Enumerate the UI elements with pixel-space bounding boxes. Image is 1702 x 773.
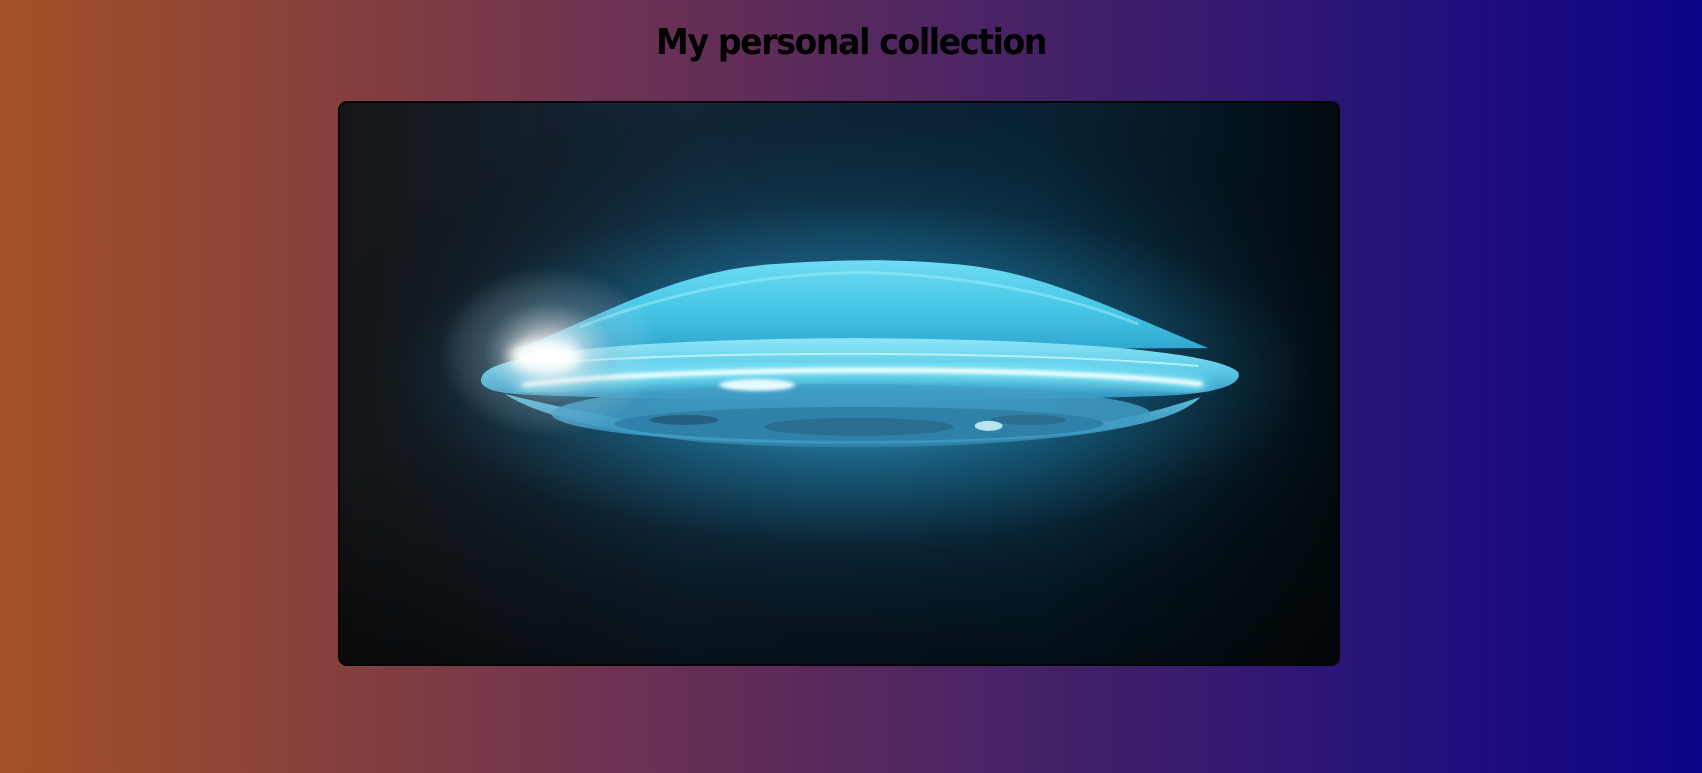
- ufo-image: [340, 103, 1338, 664]
- page-title: My personal collection: [655, 22, 1048, 63]
- gallery-image-frame[interactable]: [338, 101, 1340, 666]
